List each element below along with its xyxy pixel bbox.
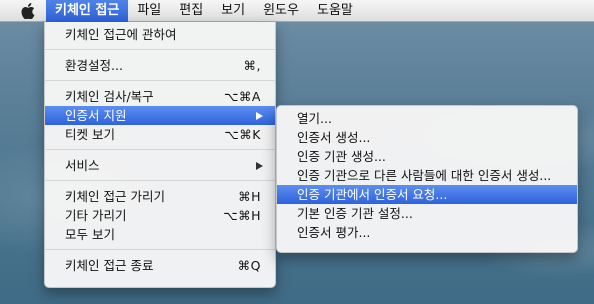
menu-separator	[45, 80, 275, 81]
menu-bar: 키체인 접근 파일 편집 보기 윈도우 도움말	[0, 0, 594, 22]
menu-item-label: 키체인 검사/복구	[65, 89, 154, 104]
menu-item-ticket-viewer[interactable]: 티켓 보기 ⌥⌘K	[45, 125, 275, 144]
menu-item-label: 모두 보기	[65, 227, 115, 242]
menu-item-shortcut: ⌥⌘H	[223, 208, 261, 223]
menu-item-shortcut: ⌥⌘A	[224, 89, 261, 104]
menu-item-label: 인증서 지원	[65, 108, 127, 123]
apple-icon[interactable]	[18, 0, 38, 22]
menubar-item-window[interactable]: 윈도우	[254, 0, 308, 22]
menu-separator	[45, 249, 275, 250]
submenu-arrow-icon	[256, 162, 263, 170]
menubar-item-view[interactable]: 보기	[212, 0, 254, 22]
menu-item-hide-others[interactable]: 기타 가리기 ⌥⌘H	[45, 206, 275, 225]
menu-item-keychain-first-aid[interactable]: 키체인 검사/복구 ⌥⌘A	[45, 87, 275, 106]
menu-item-label: 기타 가리기	[65, 208, 127, 223]
menu-item-preferences[interactable]: 환경설정... ⌘,	[45, 56, 275, 75]
menubar-item-keychain-access[interactable]: 키체인 접근	[46, 0, 129, 22]
submenu-item-create-certificate-authority[interactable]: 인증 기관 생성...	[277, 147, 577, 166]
menu-item-about[interactable]: 키체인 접근에 관하여	[45, 25, 275, 44]
menu-item-shortcut: ⌥⌘K	[224, 127, 261, 142]
menu-item-services[interactable]: 서비스	[45, 156, 275, 175]
menu-item-quit-keychain-access[interactable]: 키체인 접근 종료 ⌘Q	[45, 256, 275, 275]
certificate-assistant-submenu: 열기... 인증서 생성... 인증 기관 생성... 인증 기관으로 다른 사…	[276, 105, 578, 253]
menu-item-label: 키체인 접근 가리기	[65, 189, 165, 204]
keychain-access-menu: 키체인 접근에 관하여 환경설정... ⌘, 키체인 검사/복구 ⌥⌘A 인증서…	[44, 22, 276, 288]
menu-separator	[45, 49, 275, 50]
submenu-item-evaluate-certificate[interactable]: 인증서 평가...	[277, 223, 577, 242]
menu-item-label: 환경설정...	[65, 58, 123, 73]
menubar-item-help[interactable]: 도움말	[308, 0, 362, 22]
submenu-arrow-icon	[256, 112, 263, 120]
submenu-item-create-certificate-for-others[interactable]: 인증 기관으로 다른 사람들에 대한 인증서 생성...	[277, 166, 577, 185]
menu-item-shortcut: ⌘Q	[237, 258, 261, 273]
desktop: { "menubar": { "apple_icon": "apple-icon…	[0, 0, 594, 304]
submenu-item-request-certificate-from-ca[interactable]: 인증 기관에서 인증서 요청...	[277, 185, 577, 204]
submenu-item-create-certificate[interactable]: 인증서 생성...	[277, 128, 577, 147]
menu-item-label: 키체인 접근 종료	[65, 258, 154, 273]
menubar-item-edit[interactable]: 편집	[170, 0, 212, 22]
menu-item-hide-keychain-access[interactable]: 키체인 접근 가리기 ⌘H	[45, 187, 275, 206]
menubar-item-file[interactable]: 파일	[128, 0, 170, 22]
submenu-item-set-default-ca[interactable]: 기본 인증 기관 설정...	[277, 204, 577, 223]
menu-item-shortcut: ⌘,	[243, 58, 261, 73]
menu-item-certificate-assistant[interactable]: 인증서 지원	[45, 106, 275, 125]
menu-item-show-all[interactable]: 모두 보기	[45, 225, 275, 244]
menu-item-label: 키체인 접근에 관하여	[65, 27, 177, 42]
menu-item-shortcut: ⌘H	[238, 189, 261, 204]
menu-separator	[45, 149, 275, 150]
menu-item-label: 티켓 보기	[65, 127, 115, 142]
menu-separator	[45, 180, 275, 181]
submenu-item-open[interactable]: 열기...	[277, 109, 577, 128]
menu-item-label: 서비스	[65, 158, 100, 173]
